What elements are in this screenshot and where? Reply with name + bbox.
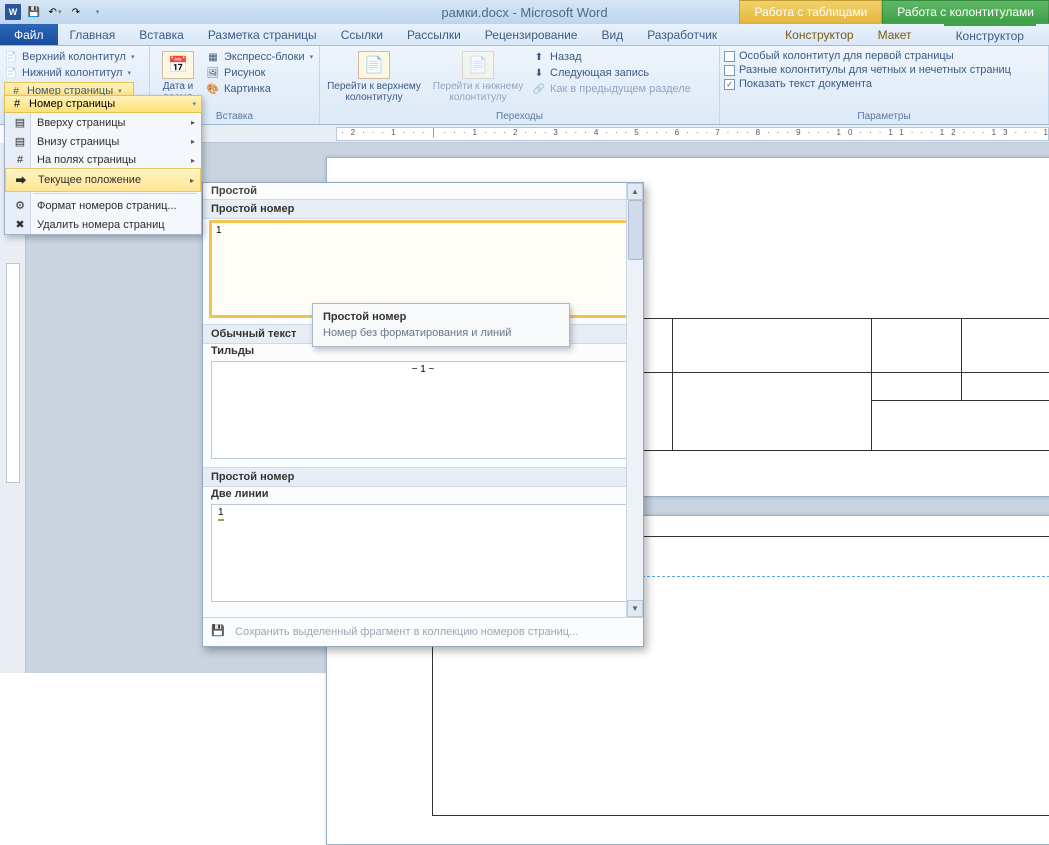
gallery-section-simple-number: Простой номер — [203, 199, 643, 219]
save-selection-icon: 💾 — [211, 624, 227, 640]
scroll-down-icon[interactable]: ▼ — [627, 600, 643, 617]
menu-format-label: Формат номеров страниц... — [37, 200, 177, 212]
goto-footer-label: Перейти к нижнему колонтитулу — [428, 81, 528, 103]
context-tab-headers: Работа с колонтитулами — [882, 0, 1049, 24]
clipart-label: Картинка — [224, 83, 271, 95]
save-icon[interactable]: 💾 — [25, 3, 43, 21]
gallery-section-simple-number-2: Простой номер — [203, 467, 643, 487]
header-bottom-label: Нижний колонтитул — [22, 67, 122, 79]
first-page-label: Особый колонтитул для первой страницы — [739, 50, 954, 62]
tab-home[interactable]: Главная — [58, 24, 128, 45]
ruler-ticks: ·2···1···│···1···2···3···4···5···6···7··… — [336, 127, 1049, 141]
picture-label: Рисунок — [224, 67, 266, 79]
gallery-save-selection[interactable]: 💾 Сохранить выделенный фрагмент в коллек… — [203, 617, 643, 646]
gallery-category-simple: Простой — [203, 183, 643, 199]
gallery-tildes-sample: ~ 1 ~ — [412, 364, 435, 375]
calendar-icon: 📅 — [162, 51, 194, 79]
menu-top-label: Вверху страницы — [37, 117, 125, 129]
page-up-icon: 📄 — [358, 51, 390, 79]
link-previous-button[interactable]: 🔗Как в предыдущем разделе — [532, 82, 691, 96]
goto-footer-button[interactable]: 📄 Перейти к нижнему колонтитулу — [428, 48, 528, 108]
gallery-item-two-lines[interactable]: 1 — [211, 504, 635, 602]
gallery-item-tildes[interactable]: ~ 1 ~ — [211, 361, 635, 459]
gallery-footer-label: Сохранить выделенный фрагмент в коллекци… — [235, 626, 578, 638]
tab-references[interactable]: Ссылки — [329, 24, 395, 45]
show-doc-checkbox[interactable]: ✓Показать текст документа — [724, 78, 1011, 90]
gallery-item-twolines-label: Две линии — [203, 487, 643, 501]
tab-header-constructor[interactable]: Конструктор — [944, 24, 1036, 45]
odd-even-label: Разные колонтитулы для четных и нечетных… — [739, 64, 1011, 76]
params-group-title: Параметры — [720, 110, 1048, 124]
redo-icon[interactable]: ↷ — [67, 3, 85, 21]
page-number-menu-title: Номер страницы — [29, 98, 115, 110]
gallery-twolines-sample: 1 — [218, 507, 224, 521]
gallery-sample-1: 1 — [216, 225, 222, 236]
nav-back-button[interactable]: ⬆Назад — [532, 50, 691, 64]
header-top-label: Верхний колонтитул — [22, 51, 126, 63]
tab-developer[interactable]: Разработчик — [635, 24, 729, 45]
show-doc-label: Показать текст документа — [739, 78, 872, 90]
qat-customize-icon[interactable]: ▾ — [88, 3, 106, 21]
tooltip-title: Простой номер — [323, 311, 559, 323]
clipart-button[interactable]: 🎨Картинка — [206, 82, 313, 96]
tab-table-constructor[interactable]: Конструктор — [773, 24, 865, 45]
tab-review[interactable]: Рецензирование — [473, 24, 590, 45]
header-top-button[interactable]: 📄Верхний колонтитул▾ — [4, 50, 134, 64]
tab-file[interactable]: Файл — [0, 24, 58, 45]
nav-next-label: Следующая запись — [550, 67, 649, 79]
context-tab-tables: Работа с таблицами — [739, 0, 882, 24]
nav-back-label: Назад — [550, 51, 582, 63]
menu-current-position[interactable]: ⮕Текущее положение▸ — [5, 168, 201, 192]
express-blocks-button[interactable]: ▦Экспресс-блоки▾ — [206, 50, 313, 64]
menu-top-of-page[interactable]: ▤Вверху страницы▸ — [5, 113, 201, 132]
window-title: рамки.docx - Microsoft Word — [441, 5, 607, 20]
tab-table-layout[interactable]: Макет — [866, 24, 924, 45]
link-previous-label: Как в предыдущем разделе — [550, 83, 691, 95]
page-number-menu: # Номер страницы ▾ ▤Вверху страницы▸ ▤Вн… — [4, 95, 202, 235]
undo-icon[interactable]: ↶▾ — [46, 3, 64, 21]
tooltip: Простой номер Номер без форматирования и… — [312, 303, 570, 347]
goto-header-label: Перейти к верхнему колонтитулу — [324, 81, 424, 103]
header-bottom-button[interactable]: 📄Нижний колонтитул▾ — [4, 66, 134, 80]
gallery-scrollbar[interactable]: ▲ ▼ — [626, 183, 643, 617]
first-page-checkbox[interactable]: Особый колонтитул для первой страницы — [724, 50, 1011, 62]
page-number-gallery: Простой Простой номер 1 Обычный текст Ти… — [202, 182, 644, 647]
tab-view[interactable]: Вид — [589, 24, 635, 45]
word-app-icon[interactable]: W — [4, 3, 22, 21]
menu-bottom-label: Внизу страницы — [37, 136, 119, 148]
page-number-menu-header: # Номер страницы ▾ — [4, 95, 202, 113]
goto-header-button[interactable]: 📄 Перейти к верхнему колонтитулу — [324, 48, 424, 108]
scroll-thumb[interactable] — [628, 200, 643, 260]
odd-even-checkbox[interactable]: Разные колонтитулы для четных и нечетных… — [724, 64, 1011, 76]
quick-access-toolbar: W 💾 ↶▾ ↷ ▾ — [0, 3, 106, 21]
nav-group-title: Переходы — [320, 110, 719, 124]
menu-margins-label: На полях страницы — [37, 154, 136, 166]
menu-bottom-of-page[interactable]: ▤Внизу страницы▸ — [5, 132, 201, 151]
menu-remove-label: Удалить номера страниц — [37, 219, 165, 231]
express-label: Экспресс-блоки — [224, 51, 305, 63]
menu-remove-page-numbers[interactable]: ✖Удалить номера страниц — [5, 215, 201, 234]
scroll-up-icon[interactable]: ▲ — [627, 183, 643, 200]
tab-layout[interactable]: Разметка страницы — [196, 24, 329, 45]
tab-mailings[interactable]: Рассылки — [395, 24, 473, 45]
menu-current-label: Текущее положение — [38, 174, 141, 186]
tooltip-body: Номер без форматирования и линий — [323, 327, 559, 339]
page-down-icon: 📄 — [462, 51, 494, 79]
ribbon-tabs: Файл Главная Вставка Разметка страницы С… — [0, 24, 1049, 46]
picture-button[interactable]: 🖼Рисунок — [206, 66, 313, 80]
title-bar: W 💾 ↶▾ ↷ ▾ рамки.docx - Microsoft Word Р… — [0, 0, 1049, 24]
menu-page-margins[interactable]: #На полях страницы▸ — [5, 151, 201, 169]
nav-next-button[interactable]: ⬇Следующая запись — [532, 66, 691, 80]
tab-insert[interactable]: Вставка — [127, 24, 196, 45]
menu-format-page-numbers[interactable]: ⚙Формат номеров страниц... — [5, 196, 201, 215]
